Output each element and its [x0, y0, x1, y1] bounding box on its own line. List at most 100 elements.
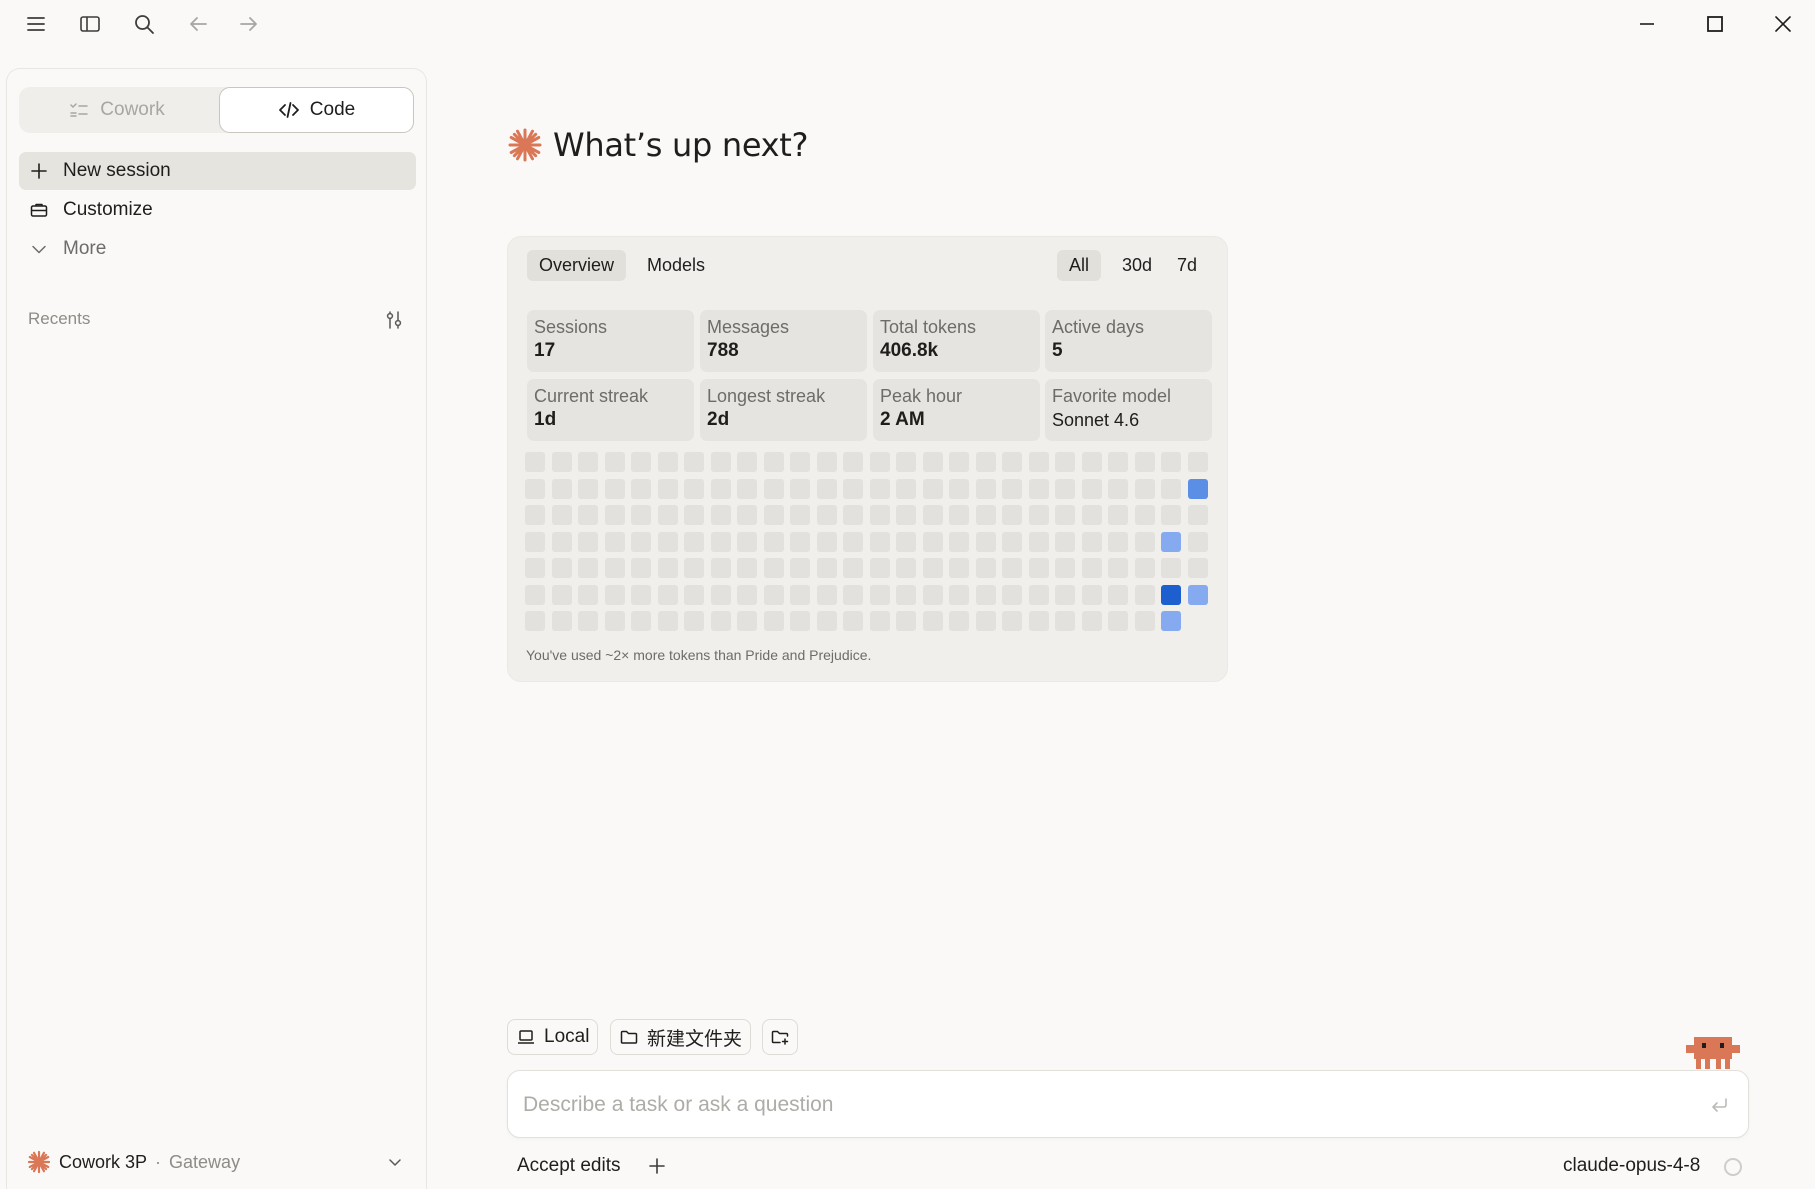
- heatmap-cell: [737, 532, 757, 552]
- heatmap-cell: [711, 585, 731, 605]
- range-7d[interactable]: 7d: [1165, 250, 1209, 281]
- heatmap-cell: [711, 558, 731, 578]
- heatmap-cell: [843, 532, 863, 552]
- stat-value: 788: [707, 340, 739, 361]
- stat-active-days: Active days 5: [1045, 310, 1212, 372]
- stat-label: Peak hour: [880, 386, 963, 406]
- more-button[interactable]: More: [19, 230, 416, 268]
- heatmap-cell: [923, 585, 943, 605]
- heatmap-cell: [658, 532, 678, 552]
- laptop-icon: [516, 1027, 536, 1047]
- heatmap-cell: [1188, 505, 1208, 525]
- range-30d[interactable]: 30d: [1110, 250, 1164, 281]
- heatmap-cell: [817, 532, 837, 552]
- heatmap-cell: [631, 611, 651, 631]
- heatmap-cell: [764, 558, 784, 578]
- tab-code[interactable]: Code: [219, 87, 414, 133]
- heatmap-cell: [976, 452, 996, 472]
- stat-peak-hour: Peak hour 2 AM: [873, 379, 1040, 441]
- plus-icon[interactable]: [646, 1155, 668, 1177]
- heatmap-cell: [843, 611, 863, 631]
- heatmap-cell: [578, 532, 598, 552]
- heatmap-cell: [1082, 558, 1102, 578]
- heatmap-cell: [711, 532, 731, 552]
- heatmap-cell: [949, 452, 969, 472]
- heatmap-cell: [896, 505, 916, 525]
- heatmap-cell: [949, 558, 969, 578]
- minimize-icon[interactable]: [1633, 10, 1661, 38]
- heatmap-cell: [578, 505, 598, 525]
- heatmap-cell: [1108, 479, 1128, 499]
- heatmap-cell: [711, 611, 731, 631]
- chevron-down-icon: [386, 1153, 404, 1171]
- tab-overview[interactable]: Overview: [527, 250, 627, 281]
- heatmap-cell: [525, 532, 545, 552]
- heatmap-cell: [658, 611, 678, 631]
- heatmap-cell: [605, 505, 625, 525]
- heatmap-cell: [578, 585, 598, 605]
- heatmap-cell: [1161, 479, 1181, 499]
- customize-button[interactable]: Customize: [19, 191, 416, 229]
- new-session-label: New session: [63, 160, 171, 181]
- close-icon[interactable]: [1769, 10, 1797, 38]
- heatmap-cell: [976, 479, 996, 499]
- heatmap-cell: [525, 611, 545, 631]
- heatmap-cell: [1135, 479, 1155, 499]
- heatmap-cell: [1055, 558, 1075, 578]
- maximize-icon[interactable]: [1701, 10, 1729, 38]
- stat-sessions: Sessions 17: [527, 310, 694, 372]
- heatmap-cell: [923, 611, 943, 631]
- stat-value: 17: [534, 340, 556, 361]
- heatmap-cell: [817, 479, 837, 499]
- prompt-input[interactable]: [523, 1089, 1673, 1121]
- code-icon: [278, 99, 300, 121]
- heatmap-cell: [817, 452, 837, 472]
- add-folder-button[interactable]: [762, 1019, 798, 1055]
- enter-return-icon[interactable]: [1708, 1094, 1730, 1116]
- heatmap-cell: [1108, 558, 1128, 578]
- filter-sliders-icon[interactable]: [383, 309, 405, 331]
- folder-chip[interactable]: 新建文件夹: [610, 1019, 752, 1055]
- heatmap-cell: [737, 452, 757, 472]
- heatmap-cell: [1082, 452, 1102, 472]
- heatmap-cell: [525, 558, 545, 578]
- stat-messages: Messages 788: [700, 310, 867, 372]
- heatmap-cell: [578, 558, 598, 578]
- tab-models[interactable]: Models: [635, 250, 717, 281]
- heatmap-cell: [923, 479, 943, 499]
- accept-edits-mode[interactable]: Accept edits: [517, 1155, 621, 1177]
- heatmap-cell: [764, 585, 784, 605]
- recents-heading: Recents: [28, 309, 91, 328]
- heatmap-cell: [790, 611, 810, 631]
- heatmap-cell: [1002, 505, 1022, 525]
- heatmap-cell: [578, 452, 598, 472]
- heatmap-cell: [525, 505, 545, 525]
- heatmap-cell: [1188, 585, 1208, 605]
- heatmap-cell: [658, 505, 678, 525]
- heatmap-cell: [896, 558, 916, 578]
- search-icon[interactable]: [132, 12, 156, 36]
- heatmap-cell: [631, 532, 651, 552]
- range-all[interactable]: All: [1057, 250, 1102, 281]
- greeting-title: What’s up next?: [553, 126, 809, 164]
- heatmap-cell: [790, 479, 810, 499]
- heatmap-cell: [552, 558, 572, 578]
- heatmap-cell: [631, 558, 651, 578]
- heatmap-cell: [1135, 585, 1155, 605]
- heatmap-cell: [552, 585, 572, 605]
- usage-stats-card: Overview Models All 30d 7d Sessions 17 M…: [507, 236, 1228, 682]
- forward-arrow-icon[interactable]: [237, 12, 261, 36]
- heatmap-cell: [976, 532, 996, 552]
- heatmap-cell: [552, 505, 572, 525]
- menu-icon[interactable]: [24, 12, 48, 36]
- tab-cowork[interactable]: Cowork: [19, 87, 214, 133]
- heatmap-cell: [1082, 611, 1102, 631]
- new-session-button[interactable]: New session: [19, 152, 416, 190]
- environment-chip[interactable]: Local: [507, 1019, 599, 1055]
- back-arrow-icon[interactable]: [186, 12, 210, 36]
- sidebar-toggle-icon[interactable]: [78, 12, 102, 36]
- model-selector[interactable]: claude-opus-4-8: [1563, 1155, 1700, 1177]
- heatmap-cell: [843, 558, 863, 578]
- heatmap-cell: [1188, 532, 1208, 552]
- account-switcher[interactable]: Cowork 3P · Gateway: [19, 1143, 416, 1181]
